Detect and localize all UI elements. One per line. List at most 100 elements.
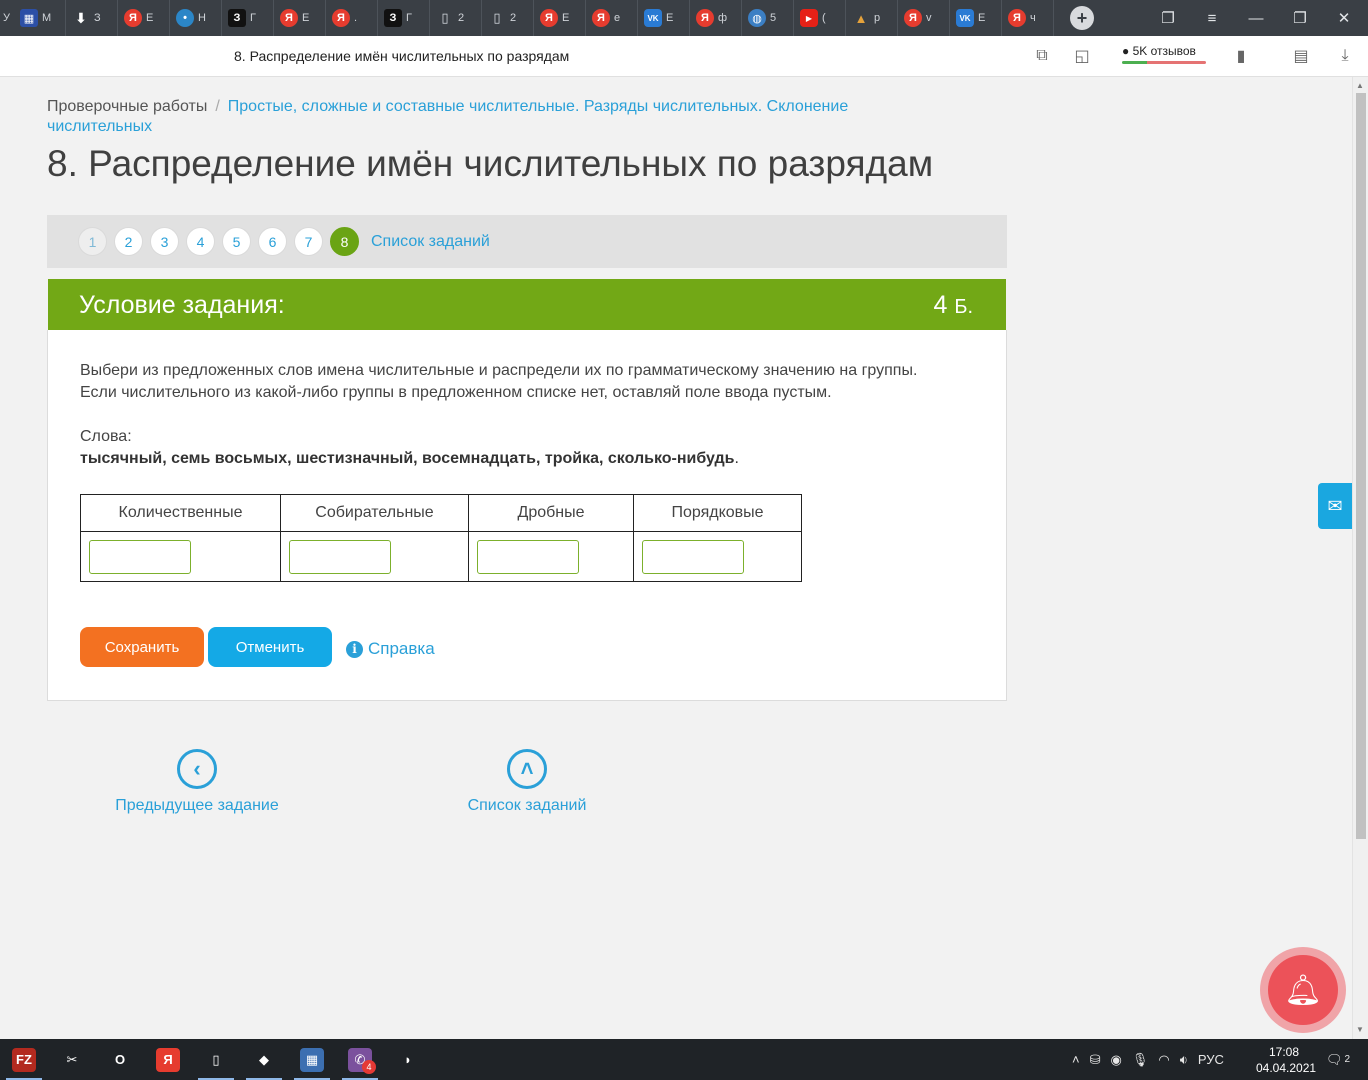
vk-icon: VK [644,9,662,27]
browser-tab[interactable]: VK Е [638,0,690,36]
task-list-link[interactable]: ˄ Список заданий [462,749,592,815]
pager-item-4[interactable]: 4 [186,227,215,256]
new-tab-button[interactable]: + [1070,6,1094,30]
tabs-copy-icon[interactable]: ⧉ [1030,44,1054,68]
notification-icon: 🗨︎ [1326,1051,1343,1067]
cardinal-input[interactable] [89,539,191,574]
cancel-button[interactable]: Отменить [208,627,332,667]
browser-tab[interactable]: ⬇ З [66,0,118,36]
browser-tab[interactable]: ЗГ [222,0,274,36]
column-header-collective: Собирательные [280,494,469,532]
browser-tab[interactable]: ЯЕ [118,0,170,36]
network-drive-icon[interactable]: ⛁ [1090,1052,1101,1068]
taskbar-app[interactable]: ▯ [192,1039,240,1080]
info-icon: i [346,640,363,658]
browser-tab[interactable]: ◍ 5 [742,0,794,36]
browser-tab-label: Е [562,12,570,24]
pager-item-7[interactable]: 7 [294,227,323,256]
app-badge: 4 [362,1060,376,1074]
browser-tab[interactable]: ЗГ [378,0,430,36]
clock[interactable]: 17:08 04.04.2021 [1256,1044,1316,1076]
browser-tab[interactable]: ▦ М [14,0,66,36]
menu-icon[interactable]: ≡ [1190,0,1234,36]
cell-collective [280,531,469,582]
page-title: 8. Распределение имён числительных по ра… [47,143,934,184]
browser-tab[interactable]: ЯЕ [534,0,586,36]
words-label: Слова: [80,428,132,445]
downloads-icon[interactable]: ⤓ [1333,44,1357,68]
groups-table: Количественные Собирательные Дробные Пор… [80,494,802,582]
yandex-browser-icon: Я [156,1047,180,1072]
pager-item-1[interactable]: 1 [78,227,107,256]
browser-tab[interactable]: Яе [586,0,638,36]
ordinal-input[interactable] [642,539,744,574]
language-indicator[interactable]: РУС [1198,1052,1224,1067]
previous-task-link[interactable]: ‹ Предыдущее задание [110,749,284,815]
browser-tab-label: Е [666,12,674,24]
scroll-down-icon[interactable]: ▼ [1356,1025,1364,1034]
address-page-title[interactable]: 8. Распределение имён числительных по ра… [234,48,569,64]
pager-item-8[interactable]: 8 [330,227,359,256]
volume-icon[interactable]: 🔉︎ [1180,1052,1188,1068]
browser-tab[interactable]: Я. [326,0,378,36]
mail-icon[interactable]: ✉ [1318,483,1352,529]
chevron-left-icon: ‹ [177,749,217,789]
taskbar-app[interactable]: Я [144,1039,192,1080]
task-header: Условие задания: 4 Б. [48,279,1006,330]
words-list: тысячный, семь восьмых, шестизначный, во… [80,448,739,470]
scroll-up-icon[interactable]: ▲ [1356,81,1364,90]
breadcrumb-root[interactable]: Проверочные работы [47,98,207,115]
pager-item-6[interactable]: 6 [258,227,287,256]
save-button[interactable]: Сохранить [80,627,204,667]
instruction-line-2: Если числительного из какой-либо группы … [80,384,832,401]
close-icon[interactable]: ✕ [1322,0,1366,36]
taskbar-app[interactable]: ◗ [384,1039,432,1080]
action-center-button[interactable]: 🗨︎ 2 [1326,1039,1350,1080]
pager-item-5[interactable]: 5 [222,227,251,256]
breadcrumb: Проверочные работы / Простые, сложные и со… [47,97,947,137]
pager-item-2[interactable]: 2 [114,227,143,256]
taskbar-app[interactable]: ✂ [48,1039,96,1080]
taskbar-app[interactable]: ✆ 4 [336,1039,384,1080]
browser-tab[interactable]: ▯ 2 [430,0,482,36]
reviews-widget[interactable]: ● 5K отзывов [1122,44,1206,64]
collections-icon[interactable]: ❐ [1146,0,1190,36]
bell-icon: 🔔︎ [1268,955,1338,1025]
browser-tab[interactable]: Яv [898,0,950,36]
calculator-icon: ▦ [300,1047,324,1072]
reader-icon[interactable]: ▤ [1289,44,1313,68]
webcam-icon[interactable]: ◉ [1111,1052,1122,1068]
taskbar-app[interactable]: ▦ [288,1039,336,1080]
document-icon: ▯ [493,10,501,25]
restore-icon[interactable]: ❐ [1278,0,1322,36]
microphone-icon[interactable]: 🎙︎ [1132,1052,1149,1068]
notification-bell-button[interactable]: 🔔︎ [1260,947,1346,1033]
minimize-icon[interactable]: — [1234,0,1278,36]
browser-tab[interactable]: VK Е [950,0,1002,36]
help-link[interactable]: i Справка [346,639,435,659]
browser-tab[interactable]: ▲ р [846,0,898,36]
download-icon: ⬇ [75,9,87,26]
scrollbar-thumb[interactable] [1356,93,1366,839]
taskbar-app[interactable]: ◆ [240,1039,288,1080]
protect-icon[interactable]: ◱ [1070,44,1094,68]
browser-tab[interactable]: Яф [690,0,742,36]
taskbar-app[interactable]: FZ [0,1039,48,1080]
browser-tab[interactable]: Яч [1002,0,1054,36]
browser-tab[interactable]: ▯ 2 [482,0,534,36]
browser-tab[interactable]: • Н [170,0,222,36]
browser-tab[interactable]: ▶( [794,0,846,36]
pager-item-3[interactable]: 3 [150,227,179,256]
chevron-up-icon[interactable]: ˄ [1072,1052,1080,1067]
pager-task-list-link[interactable]: Список заданий [371,233,490,251]
system-tray: ˄ ⛁ ◉ 🎙︎ ◠ 🔉︎ РУС [1072,1039,1224,1080]
fractional-input[interactable] [477,539,579,574]
tab-partial[interactable]: У [0,12,14,24]
page-scrollbar[interactable]: ▲ ▼ [1352,77,1368,1039]
collective-input[interactable] [289,539,391,574]
bookmark-icon[interactable]: ▮ [1229,44,1253,68]
browser-tab[interactable]: ЯЕ [274,0,326,36]
z-icon: З [228,9,246,27]
taskbar-app[interactable]: O [96,1039,144,1080]
wifi-icon[interactable]: ◠ [1158,1052,1169,1068]
